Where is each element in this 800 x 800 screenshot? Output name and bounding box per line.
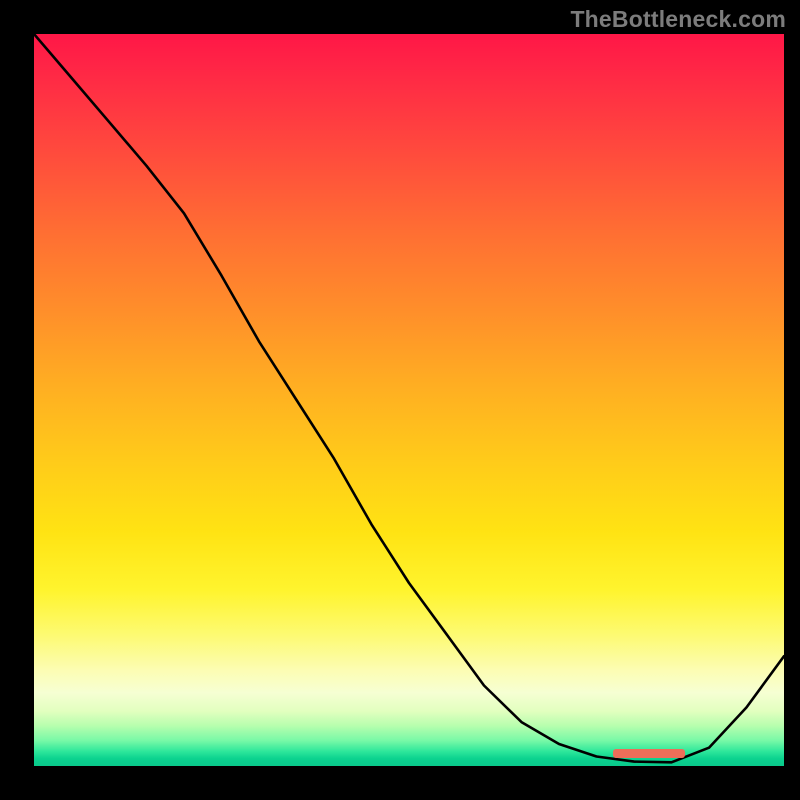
chart-container: TheBottleneck.com [0, 0, 800, 800]
chart-curve [34, 34, 784, 766]
plot-area [34, 34, 784, 766]
watermark-text: TheBottleneck.com [570, 6, 786, 33]
optimum-marker [613, 749, 685, 758]
